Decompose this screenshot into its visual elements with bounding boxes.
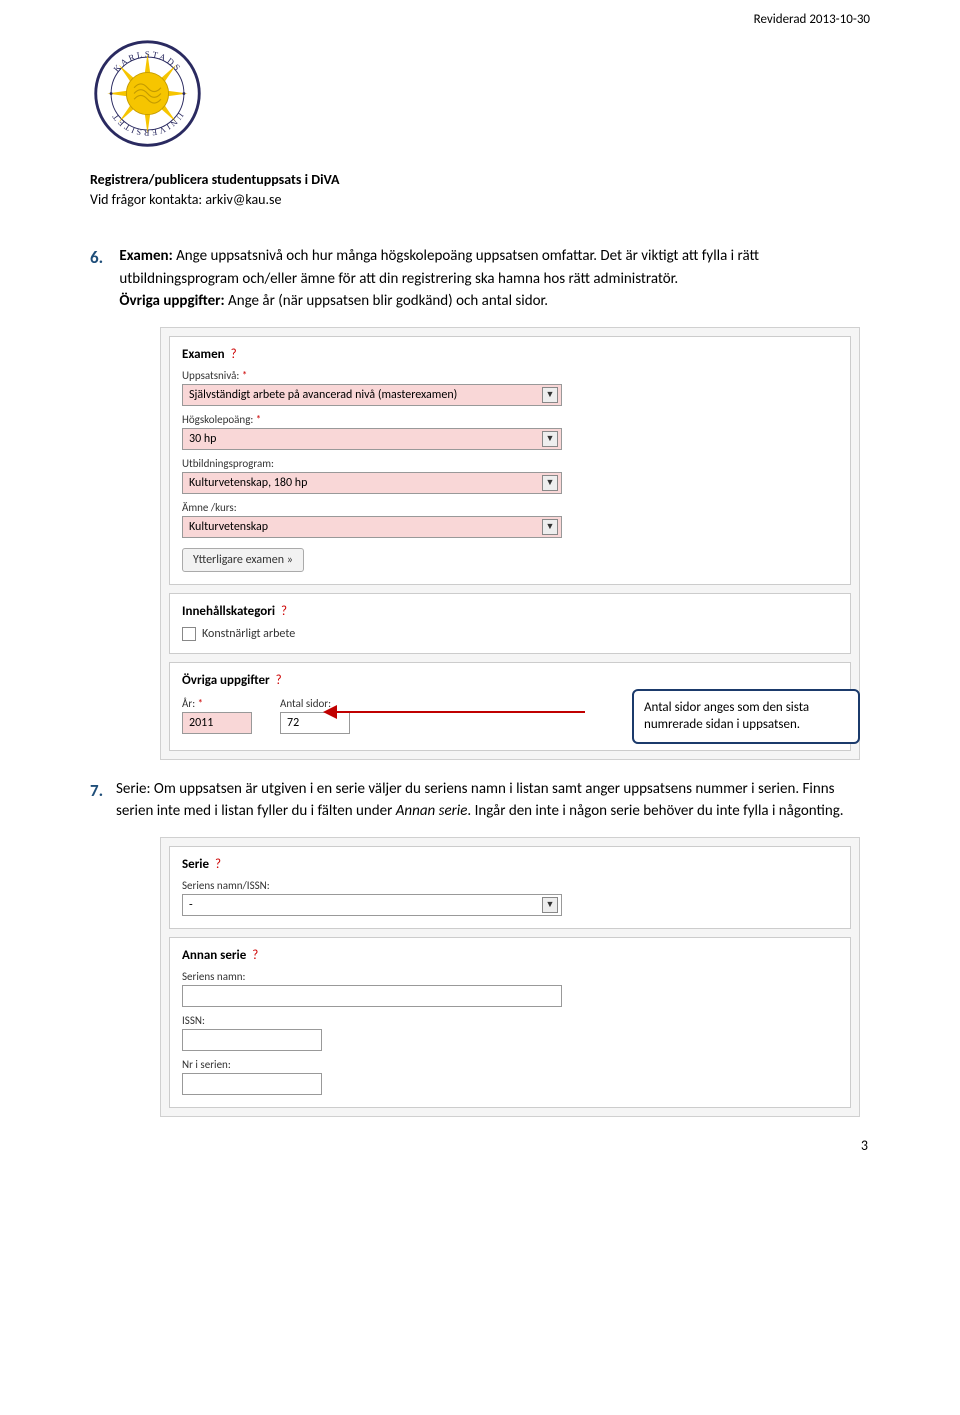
help-icon[interactable]: ? xyxy=(276,673,282,688)
issn-input[interactable] xyxy=(182,1029,322,1051)
utbildning-select[interactable]: Kulturvetenskap, 180 hp ▼ xyxy=(182,472,562,494)
serienamn-issn-label: Seriens namn/ISSN: xyxy=(182,879,838,892)
subheader-title: Registrera/publicera studentuppsats i Di… xyxy=(90,170,870,190)
examen-title: Examen ? xyxy=(182,347,838,362)
revised-date: Reviderad 2013-10-30 xyxy=(754,12,870,27)
subheader-contact: Vid frågor kontakta: arkiv@kau.se xyxy=(90,190,870,210)
section-7-number: 7. xyxy=(90,778,116,823)
issn-label: ISSN: xyxy=(182,1014,838,1027)
serienamn-select[interactable]: - ▼ xyxy=(182,894,562,916)
innehallskategori-group: Innehållskategori ? Konstnärligt arbete xyxy=(169,593,851,654)
section-6-number: 6. xyxy=(90,245,116,271)
hogskole-select[interactable]: 30 hp ▼ xyxy=(182,428,562,450)
ovriga-title: Övriga uppgifter ? xyxy=(182,673,838,688)
help-icon[interactable]: ? xyxy=(215,857,221,872)
help-icon[interactable]: ? xyxy=(252,948,258,963)
callout-box: Antal sidor anges som den sista numrerad… xyxy=(632,689,860,744)
arrow-annotation xyxy=(335,711,585,713)
antal-sidor-input[interactable]: 72 xyxy=(280,712,350,734)
nr-serien-label: Nr i serien: xyxy=(182,1058,838,1071)
konstnarligt-checkbox[interactable] xyxy=(182,627,196,641)
hogskole-label: Högskolepoäng: * xyxy=(182,413,838,426)
page-number: 3 xyxy=(90,1137,870,1154)
help-icon[interactable]: ? xyxy=(281,604,287,619)
serie-group: Serie ? Seriens namn/ISSN: - ▼ xyxy=(169,846,851,929)
ytterligare-examen-button[interactable]: Ytterligare examen » xyxy=(182,548,304,572)
chevron-down-icon: ▼ xyxy=(542,519,558,535)
ovriga-group: Övriga uppgifter ? År: * 2011 Antal sido… xyxy=(169,662,851,751)
annan-serie-title: Annan serie ? xyxy=(182,948,838,963)
section-6-paragraph: Examen: Ange uppsatsnivå och hur många h… xyxy=(119,245,859,313)
ar-label: År: * xyxy=(182,697,252,710)
nr-serien-input[interactable] xyxy=(182,1073,322,1095)
innehall-title: Innehållskategori ? xyxy=(182,604,838,619)
chevron-down-icon: ▼ xyxy=(542,431,558,447)
ar-input[interactable]: 2011 xyxy=(182,712,252,734)
seriens-namn-label: Seriens namn: xyxy=(182,970,838,983)
section-7-paragraph: Serie: Om uppsatsen är utgiven i en seri… xyxy=(116,778,856,823)
chevron-down-icon: ▼ xyxy=(542,897,558,913)
section-7: 7. Serie: Om uppsatsen är utgiven i en s… xyxy=(90,778,870,823)
help-icon[interactable]: ? xyxy=(231,347,237,362)
examen-group: Examen ? Uppsatsnivå: * Självständigt ar… xyxy=(169,336,851,585)
section-6: 6. Examen: Ange uppsatsnivå och hur mång… xyxy=(90,245,870,313)
annan-serie-group: Annan serie ? Seriens namn: ISSN: Nr i s… xyxy=(169,937,851,1108)
amne-select[interactable]: Kulturvetenskap ▼ xyxy=(182,516,562,538)
university-logo: KARLSTADS UNIVERSITET xyxy=(90,36,870,156)
konstnarligt-label: Konstnärligt arbete xyxy=(202,627,295,641)
uppsatsniva-select[interactable]: Självständigt arbete på avancerad nivå (… xyxy=(182,384,562,406)
chevron-down-icon: ▼ xyxy=(542,387,558,403)
sub-header: Registrera/publicera studentuppsats i Di… xyxy=(90,170,870,209)
utbildning-label: Utbildningsprogram: xyxy=(182,457,838,470)
chevron-down-icon: ▼ xyxy=(542,475,558,491)
uppsatsniva-label: Uppsatsnivå: * xyxy=(182,369,838,382)
examen-form-screenshot: Examen ? Uppsatsnivå: * Självständigt ar… xyxy=(160,327,860,760)
antal-sidor-label: Antal sidor: xyxy=(280,697,350,710)
serie-form-screenshot: Serie ? Seriens namn/ISSN: - ▼ Annan ser… xyxy=(160,837,860,1117)
amne-label: Ämne /kurs: xyxy=(182,501,838,514)
serie-title: Serie ? xyxy=(182,857,838,872)
seriens-namn-input[interactable] xyxy=(182,985,562,1007)
